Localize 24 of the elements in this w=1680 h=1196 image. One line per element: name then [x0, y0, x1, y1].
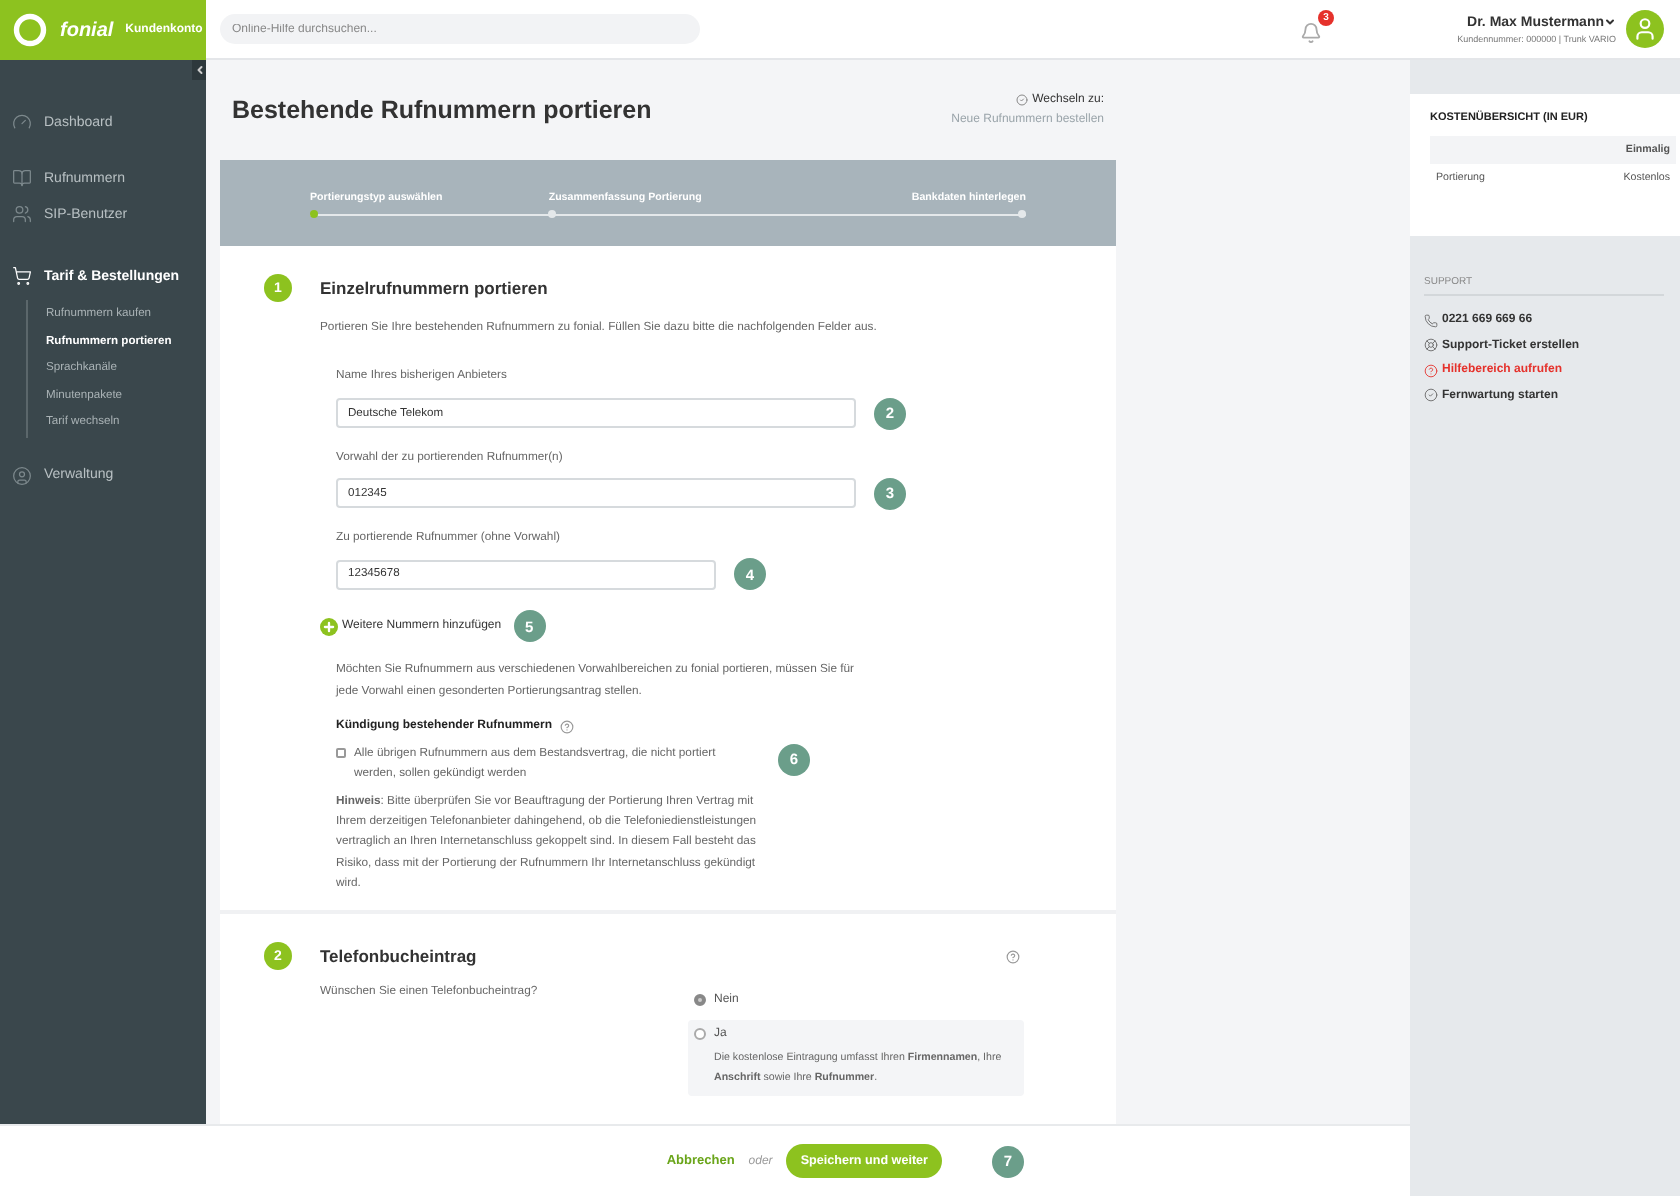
help-icon	[1424, 363, 1438, 378]
page-title: Bestehende Rufnummern portieren	[232, 96, 652, 124]
avatar[interactable]	[1626, 10, 1664, 48]
book-icon	[12, 168, 32, 188]
users-icon	[12, 204, 32, 224]
section-title: Einzelrufnummern portieren	[320, 278, 548, 298]
section-title: Telefonbucheintrag	[320, 946, 477, 967]
help-icon[interactable]	[560, 719, 574, 734]
radio-button[interactable]	[694, 994, 706, 1007]
radio-button[interactable]	[694, 1028, 706, 1041]
caret-icon	[1604, 16, 1616, 28]
lifebuoy-icon	[1424, 338, 1438, 353]
cart-icon	[12, 266, 32, 286]
phone-icon	[1424, 313, 1438, 328]
user-circle-icon	[12, 465, 32, 485]
plus-icon	[320, 617, 338, 636]
checkbox[interactable]	[336, 747, 346, 758]
gauge-icon	[12, 112, 32, 132]
check-circle-icon	[1016, 94, 1029, 106]
logo-ring-icon	[12, 12, 48, 48]
collapse-icon[interactable]	[192, 60, 206, 80]
help-icon[interactable]	[1006, 949, 1020, 964]
check-circle-icon	[1424, 388, 1438, 403]
bell-icon[interactable]	[1300, 21, 1322, 43]
